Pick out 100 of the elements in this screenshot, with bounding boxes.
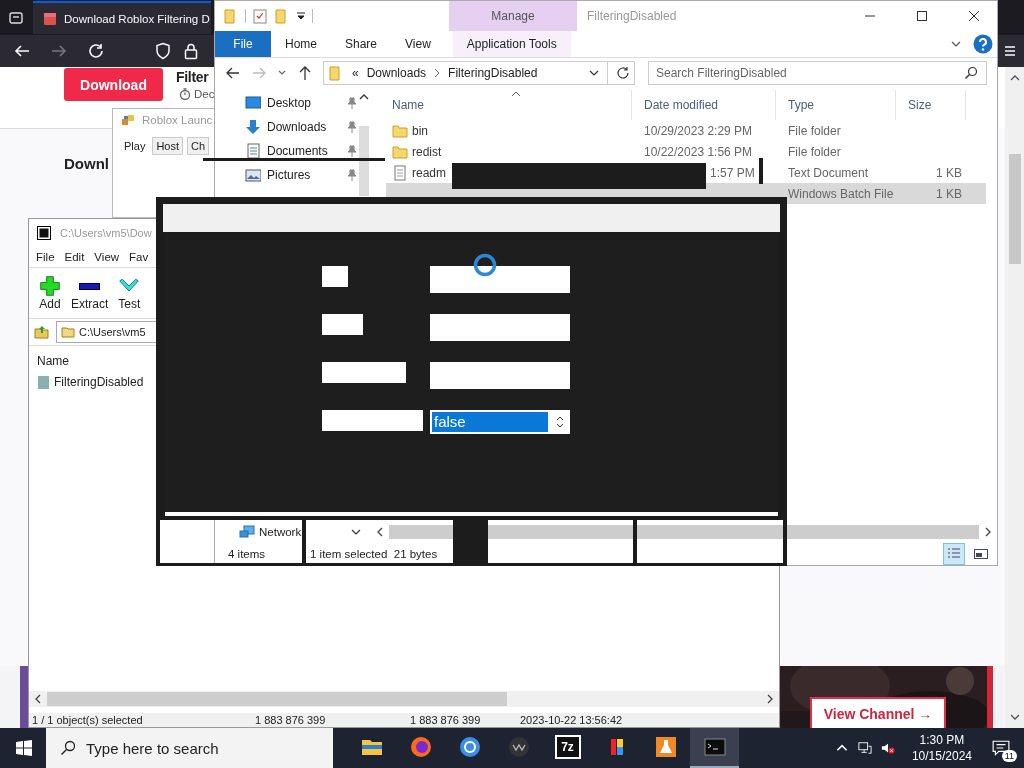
file-row[interactable]: redist 10/22/2023 1:56 PM File folder (386, 141, 986, 162)
chevron-right-icon[interactable] (434, 68, 441, 78)
scroll-right-icon (767, 694, 773, 704)
spinner-field[interactable]: false (430, 410, 570, 434)
toolbar-button[interactable]: Extract (71, 275, 109, 311)
status-text: 1 883 876 399 (409, 713, 482, 727)
tab[interactable]: Ch (187, 137, 210, 155)
network-icon (239, 524, 255, 540)
file-row[interactable]: bin 10/29/2023 2:29 PM File folder (386, 120, 986, 141)
dropdown-icon[interactable] (296, 11, 306, 21)
scroll-thumb[interactable] (47, 692, 507, 706)
app-icon (121, 113, 135, 127)
browser-icon[interactable] (408, 735, 433, 759)
scroll-left-icon[interactable] (377, 527, 383, 537)
sort-caret-icon (511, 91, 521, 97)
maximize-icon[interactable] (916, 10, 928, 22)
nav-item[interactable]: Desktop (245, 91, 357, 115)
folder-up-icon[interactable] (34, 324, 50, 340)
column-header[interactable]: Date modified (632, 90, 776, 120)
reload-icon[interactable] (87, 42, 105, 60)
search-icon[interactable] (60, 740, 76, 756)
lock-icon[interactable] (182, 42, 200, 60)
view-channel-button[interactable]: View Channel → (810, 697, 946, 730)
file-row[interactable]: readm 1:57 PM Text Document 1 KB (386, 162, 986, 183)
up-icon[interactable] (297, 65, 313, 81)
input-field[interactable] (430, 314, 570, 341)
start-icon[interactable] (16, 740, 32, 756)
menu-icon[interactable] (1004, 45, 1016, 57)
ribbon-tab[interactable]: View (391, 31, 445, 57)
scroll-thumb[interactable] (389, 525, 979, 539)
ribbon-tab[interactable]: File (215, 31, 271, 57)
nav-item[interactable]: Network (239, 524, 302, 540)
scroll-thumb[interactable] (1008, 154, 1021, 264)
ribbon-tab[interactable]: Home (271, 31, 331, 57)
post-date: Dec (194, 87, 215, 102)
search-field[interactable]: Type here to search (46, 728, 333, 768)
document-icon (392, 164, 408, 181)
ribbon-tab[interactable]: Share (331, 31, 392, 57)
terminal-icon[interactable] (702, 735, 727, 759)
refresh-icon[interactable] (616, 66, 630, 80)
pin-icon[interactable] (347, 97, 357, 109)
speaker-icon[interactable] (880, 741, 895, 755)
menu-item[interactable]: View (94, 251, 120, 263)
notifications-button[interactable]: 11 (988, 735, 1014, 761)
status-text: 1 / 1 object(s) selected (31, 713, 144, 727)
shield-icon[interactable] (154, 42, 172, 60)
toolbar-button[interactable]: Add (37, 275, 63, 311)
post-title: Filter (176, 68, 210, 86)
toolbar-button[interactable]: Test (116, 275, 143, 311)
expand-ribbon-icon[interactable] (951, 39, 961, 49)
help-icon[interactable] (973, 34, 993, 54)
scroll-up-icon[interactable] (1009, 75, 1020, 81)
browser-tab[interactable]: Download Roblox Filtering D (33, 1, 211, 34)
plus-icon (37, 275, 63, 297)
context-tab-header: Manage (449, 1, 577, 31)
pin-icon[interactable] (347, 169, 357, 181)
address-bar[interactable]: « Downloads FilteringDisabled (323, 61, 635, 85)
column-header[interactable]: Type (776, 90, 896, 120)
pin-icon[interactable] (347, 121, 357, 133)
search-field[interactable]: Search FilteringDisabled (648, 61, 987, 85)
network-icon[interactable] (857, 741, 872, 755)
scroll-thumb[interactable] (359, 126, 369, 196)
tab[interactable]: Host (152, 137, 184, 155)
circle-app-icon[interactable] (457, 735, 482, 759)
download-button[interactable]: Download (64, 68, 163, 101)
clock-time[interactable]: 1:30 PM (919, 732, 965, 748)
column-header[interactable]: Size (896, 90, 966, 120)
nav-item[interactable]: Downloads (245, 115, 357, 139)
archive-app-icon[interactable]: 7z (554, 735, 581, 759)
folder-icon (392, 122, 408, 139)
pin-icon[interactable] (347, 145, 357, 157)
column-header[interactable]: Name (37, 351, 69, 371)
dropdown-icon[interactable] (589, 68, 599, 78)
desktop-icon (245, 95, 261, 111)
scroll-down-icon[interactable] (1009, 714, 1020, 720)
scrollbar[interactable] (29, 691, 779, 707)
menu-item[interactable]: Fav (129, 251, 149, 263)
menu-item[interactable]: File (36, 251, 55, 263)
close-icon[interactable] (968, 10, 980, 22)
search-icon[interactable] (964, 66, 978, 80)
scroll-right-icon[interactable] (985, 527, 991, 537)
menu-item[interactable]: Edit (64, 251, 85, 263)
input-field[interactable] (430, 266, 570, 293)
tab-list-icon[interactable] (9, 10, 23, 25)
clock-date[interactable]: 10/15/2024 (911, 748, 972, 764)
flask-icon[interactable] (653, 735, 678, 759)
back-icon[interactable] (225, 65, 241, 81)
glitch-bar (759, 158, 763, 184)
column-header[interactable]: Name (371, 90, 632, 120)
list-item[interactable]: FilteringDisabled (37, 371, 144, 393)
ribbon-tab[interactable]: Application Tools (452, 31, 571, 57)
input-field[interactable] (430, 362, 570, 389)
media-app-icon[interactable] (506, 735, 531, 759)
collapse-icon[interactable] (351, 527, 362, 537)
nav-item[interactable]: Pictures (245, 163, 357, 187)
scrollbar[interactable] (1005, 67, 1024, 728)
tab[interactable]: Play (121, 137, 149, 155)
archive-app-icon (37, 226, 51, 240)
nav-item[interactable]: Documents (245, 139, 357, 163)
properties-icon[interactable] (252, 8, 268, 24)
